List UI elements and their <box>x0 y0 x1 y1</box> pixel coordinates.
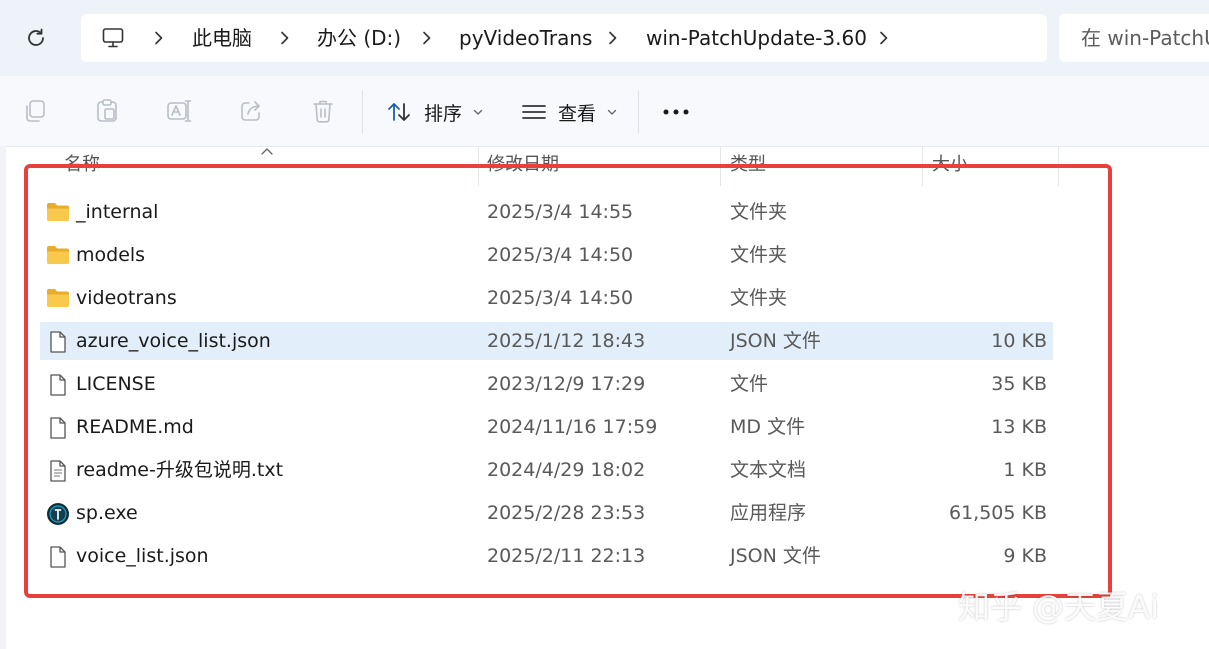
breadcrumb-item-this-pc[interactable]: 此电脑 <box>192 14 252 62</box>
chevron-down-icon <box>473 109 483 115</box>
column-divider[interactable] <box>720 146 721 186</box>
file-row[interactable]: sp.exe 2025/2/28 23:53 应用程序 61,505 KB <box>40 494 1053 532</box>
file-date: 2024/11/16 17:59 <box>487 416 658 438</box>
paste-icon[interactable] <box>94 98 120 124</box>
column-divider[interactable] <box>922 146 923 186</box>
file-row[interactable]: readme-升级包说明.txt 2024/4/29 18:02 文本文档 1 KB <box>40 451 1053 489</box>
folder-icon <box>46 201 70 223</box>
view-list-icon <box>522 105 546 119</box>
chevron-down-icon <box>607 109 617 115</box>
file-size: 9 KB <box>1003 545 1047 567</box>
folder-icon <box>46 287 70 309</box>
search-input[interactable]: 在 win-PatchU <box>1059 14 1209 62</box>
address-bar: 此电脑 办公 (D:) pyVideoTrans win-PatchUpdate… <box>0 0 1209 76</box>
file-size: 61,505 KB <box>948 502 1047 524</box>
file-size: 13 KB <box>991 416 1047 438</box>
file-type: JSON 文件 <box>730 545 821 567</box>
watermark: 知乎 @天夏Ai <box>958 588 1159 626</box>
breadcrumb-item-drive-d[interactable]: 办公 (D:) <box>317 14 401 62</box>
file-date: 2025/1/12 18:43 <box>487 330 646 352</box>
file-type: 文件 <box>730 373 769 395</box>
file-row[interactable]: voice_list.json 2025/2/11 22:13 JSON 文件 9 K… <box>40 537 1053 575</box>
toolbar-divider <box>638 90 639 134</box>
file-name: azure_voice_list.json <box>76 330 271 352</box>
file-date: 2025/2/11 22:13 <box>487 545 646 567</box>
folder-icon <box>46 244 70 266</box>
column-header-size[interactable]: 大小 <box>932 148 968 182</box>
sort-button[interactable]: 排序 <box>386 90 484 134</box>
column-divider[interactable] <box>478 146 479 186</box>
file-date: 2025/2/28 23:53 <box>487 502 646 524</box>
file-row[interactable]: _internal 2025/3/4 14:55 文件夹 <box>40 193 1053 231</box>
more-options-button[interactable] <box>662 90 690 134</box>
delete-icon[interactable] <box>310 98 336 124</box>
file-name: README.md <box>76 416 194 438</box>
file-date: 2025/3/4 14:50 <box>487 287 634 309</box>
copy-icon[interactable] <box>22 98 48 124</box>
file-list: 名称 修改日期 类型 大小 _internal 2025/3/4 14:55 文件夹… <box>0 146 1209 649</box>
refresh-button[interactable] <box>20 22 52 54</box>
file-type: 文件夹 <box>730 287 788 309</box>
sort-ascending-icon <box>261 148 273 155</box>
sort-icon <box>388 103 410 121</box>
file-date: 2025/3/4 14:50 <box>487 244 634 266</box>
breadcrumb-item-pyvideotrans[interactable]: pyVideoTrans <box>459 14 592 62</box>
view-button[interactable]: 查看 <box>521 90 618 134</box>
file-row[interactable]: azure_voice_list.json 2025/1/12 18:43 JSON… <box>40 322 1053 360</box>
chevron-right-icon[interactable] <box>277 30 293 46</box>
chevron-right-icon[interactable] <box>151 30 167 46</box>
chevron-right-icon[interactable] <box>605 30 621 46</box>
view-label: 查看 <box>558 102 597 125</box>
file-type: 文件夹 <box>730 244 788 266</box>
file-date: 2023/12/9 17:29 <box>487 373 646 395</box>
this-pc-icon[interactable] <box>101 26 125 50</box>
file-icon <box>46 373 70 396</box>
file-date: 2024/4/29 18:02 <box>487 459 646 481</box>
file-row[interactable]: models 2025/3/4 14:50 文件夹 <box>40 236 1053 274</box>
file-name: LICENSE <box>76 373 156 395</box>
file-type: 应用程序 <box>730 502 807 524</box>
app-icon <box>46 502 70 525</box>
toolbar-divider <box>362 90 363 134</box>
sort-label: 排序 <box>424 102 463 125</box>
file-type: MD 文件 <box>730 416 806 438</box>
file-icon <box>46 545 70 568</box>
refresh-icon <box>28 28 44 46</box>
file-size: 1 KB <box>1003 459 1047 481</box>
command-toolbar: 排序 查看 <box>0 76 1209 147</box>
file-icon <box>46 330 70 353</box>
navigation-pane-edge <box>0 146 6 649</box>
file-type: JSON 文件 <box>730 330 821 352</box>
breadcrumb: 此电脑 办公 (D:) pyVideoTrans win-PatchUpdate… <box>81 14 1047 62</box>
share-icon[interactable] <box>238 98 264 124</box>
column-header-date[interactable]: 修改日期 <box>487 148 559 182</box>
column-header-name[interactable]: 名称 <box>64 148 100 182</box>
file-name: models <box>76 244 146 266</box>
file-icon <box>46 416 70 439</box>
more-icon <box>663 109 689 115</box>
file-date: 2025/3/4 14:55 <box>487 201 634 223</box>
file-name: voice_list.json <box>76 545 209 567</box>
file-row[interactable]: README.md 2024/11/16 17:59 MD 文件 13 KB <box>40 408 1053 446</box>
file-row[interactable]: videotrans 2025/3/4 14:50 文件夹 <box>40 279 1053 317</box>
column-divider[interactable] <box>1058 146 1059 186</box>
chevron-right-icon[interactable] <box>419 30 435 46</box>
file-type: 文件夹 <box>730 201 788 223</box>
file-row[interactable]: LICENSE 2023/12/9 17:29 文件 35 KB <box>40 365 1053 403</box>
text-file-icon <box>46 459 70 482</box>
chevron-right-icon[interactable] <box>876 30 892 46</box>
file-name: _internal <box>76 201 159 223</box>
file-size: 35 KB <box>991 373 1047 395</box>
file-type: 文本文档 <box>730 459 807 481</box>
breadcrumb-item-current-folder[interactable]: win-PatchUpdate-3.60 <box>646 14 867 62</box>
file-size: 10 KB <box>991 330 1047 352</box>
column-header-type[interactable]: 类型 <box>730 148 766 182</box>
rename-icon[interactable] <box>166 98 192 124</box>
file-name: readme-升级包说明.txt <box>76 459 284 481</box>
file-name: videotrans <box>76 287 177 309</box>
file-name: sp.exe <box>76 502 138 524</box>
